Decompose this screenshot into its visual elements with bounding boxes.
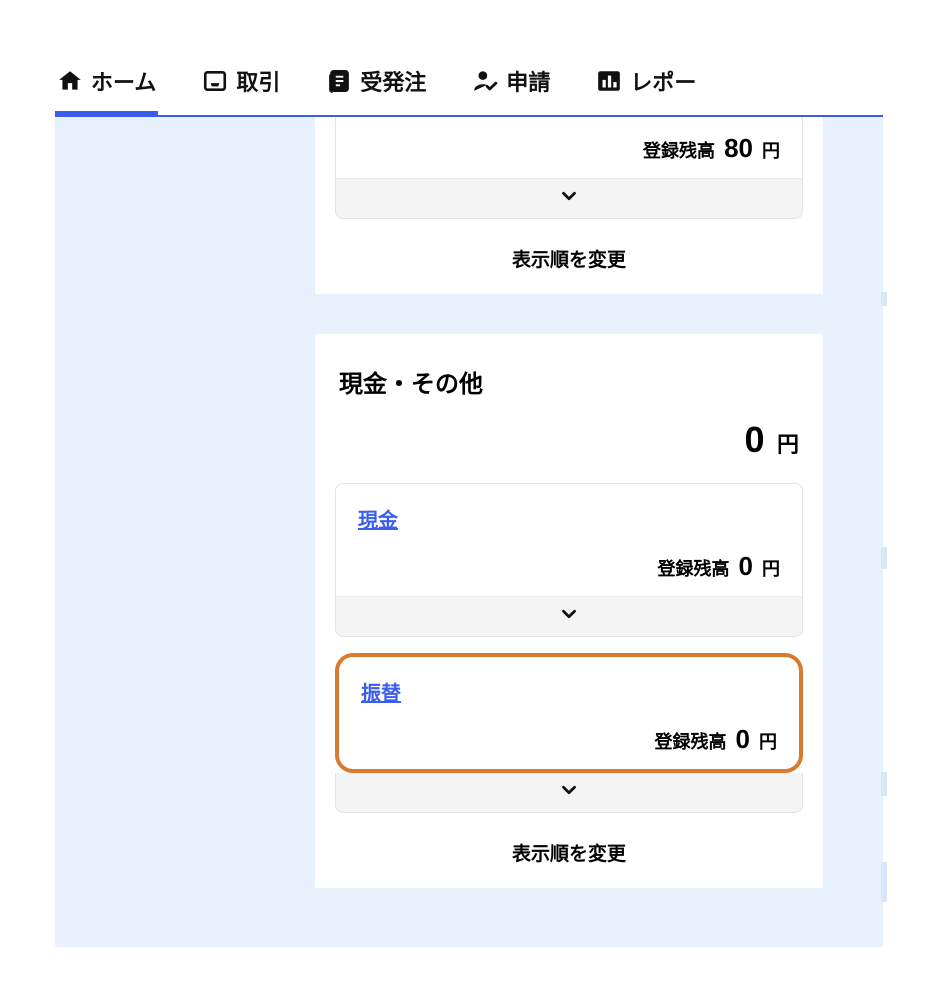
tab-label: レポー [630, 65, 696, 97]
account-link-transfer[interactable]: 振替 [361, 683, 401, 705]
account-box-transfer: 振替 登録残高 0 円 [335, 653, 803, 773]
balance-value: 80 [724, 133, 753, 163]
tab-label: ホーム [91, 65, 156, 97]
tab-label: 取引 [236, 65, 280, 97]
tab-label: 申請 [506, 65, 550, 97]
bar-chart-icon [596, 68, 622, 94]
card-cash-other: 現金・その他 0 円 現金 登録残高 0 円 [315, 334, 823, 888]
tab-requests[interactable]: 申請 [470, 55, 552, 115]
section-title: 現金・その他 [315, 334, 823, 419]
home-icon [57, 68, 83, 94]
inbox-icon [202, 68, 228, 94]
top-nav: ホーム 取引 受発注 申請 レポー [55, 55, 883, 117]
balance-row: 登録残高 0 円 [336, 547, 802, 596]
chevron-down-icon [558, 185, 580, 212]
balance-value: 0 [739, 551, 753, 581]
page-body: 登録残高 80 円 表示順を変更 現金・その他 0 [55, 117, 883, 947]
card-previous: 登録残高 80 円 表示順を変更 [315, 117, 823, 294]
section-total: 0 円 [315, 419, 823, 483]
chevron-down-icon [558, 779, 580, 806]
balance-row: 登録残高 80 円 [336, 117, 802, 178]
balance-value: 0 [736, 724, 750, 754]
tab-transactions[interactable]: 取引 [200, 55, 282, 115]
balance-label: 登録残高 [658, 559, 730, 579]
account-box-cash: 現金 登録残高 0 円 [335, 483, 803, 637]
expand-toggle[interactable] [335, 773, 803, 813]
account-link-cash[interactable]: 現金 [358, 510, 398, 532]
yen-unit: 円 [759, 732, 777, 752]
balance-row: 登録残高 0 円 [339, 720, 799, 769]
yen-unit: 円 [777, 432, 799, 457]
reorder-button[interactable]: 表示順を変更 [315, 219, 823, 276]
chevron-down-icon [558, 603, 580, 630]
expand-toggle[interactable] [336, 178, 802, 218]
document-list-icon [326, 68, 352, 94]
tab-home[interactable]: ホーム [55, 55, 158, 115]
balance-label: 登録残高 [655, 732, 727, 752]
yen-unit: 円 [762, 141, 780, 161]
tab-orders[interactable]: 受発注 [324, 55, 428, 115]
tab-label: 受発注 [360, 65, 426, 97]
person-check-icon [472, 68, 498, 94]
expand-toggle[interactable] [336, 596, 802, 636]
total-value: 0 [745, 419, 765, 460]
yen-unit: 円 [762, 559, 780, 579]
balance-label: 登録残高 [643, 141, 715, 161]
tab-reports[interactable]: レポー [594, 55, 696, 115]
reorder-button[interactable]: 表示順を変更 [315, 813, 823, 870]
